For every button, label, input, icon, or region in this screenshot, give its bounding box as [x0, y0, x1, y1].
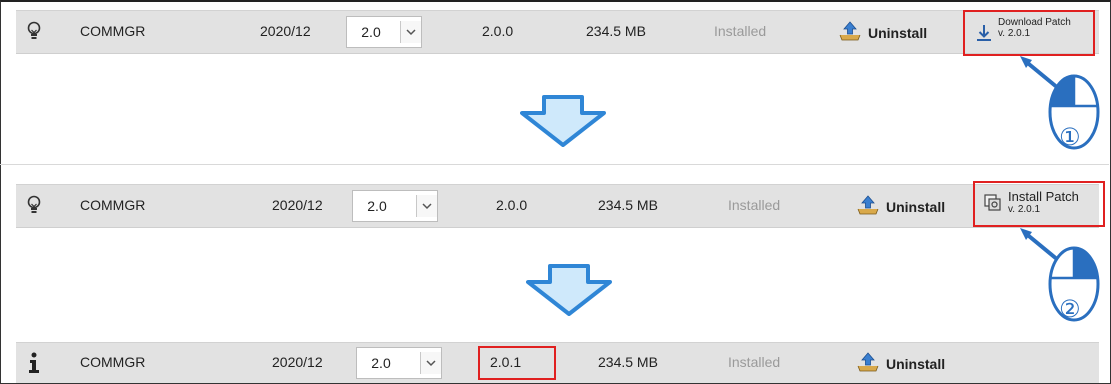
package-size: 234.5 MB — [598, 197, 658, 213]
lightbulb-icon — [26, 195, 42, 220]
info-icon — [28, 352, 40, 379]
uninstall-button[interactable]: Uninstall — [856, 195, 945, 218]
step-number: ① — [1059, 123, 1081, 151]
uninstall-button[interactable]: Uninstall — [838, 21, 927, 44]
version-select[interactable]: 2.0 — [346, 16, 422, 48]
package-row-3: COMMGR 2020/12 2.0 2.0.1 234.5 MB Instal… — [16, 342, 1099, 383]
install-status: Installed — [728, 354, 781, 370]
package-date: 2020/12 — [272, 197, 323, 213]
package-name: COMMGR — [80, 197, 146, 213]
package-name: COMMGR — [80, 23, 146, 39]
package-date: 2020/12 — [260, 23, 311, 39]
step-number: ② — [1059, 295, 1081, 323]
package-size: 234.5 MB — [586, 23, 646, 39]
highlight-new-version — [478, 346, 556, 380]
package-row-2: COMMGR 2020/12 2.0 2.0.0 234.5 MB Instal… — [16, 184, 1099, 228]
package-row-1: COMMGR 2020/12 2.0 2.0.0 234.5 MB Instal… — [16, 10, 1099, 54]
uninstall-label: Uninstall — [868, 24, 928, 41]
version-select-value: 2.0 — [361, 24, 381, 40]
chevron-down-icon[interactable] — [420, 352, 441, 374]
highlight-install-patch — [973, 181, 1105, 227]
uninstall-icon — [856, 352, 880, 375]
version-select-value: 2.0 — [367, 198, 387, 214]
lightbulb-icon — [26, 21, 42, 46]
version-select-value: 2.0 — [371, 355, 391, 371]
uninstall-label: Uninstall — [886, 355, 946, 372]
chevron-down-icon[interactable] — [416, 195, 437, 217]
package-version: 2.0.0 — [482, 23, 514, 39]
version-select[interactable]: 2.0 — [352, 190, 438, 222]
uninstall-icon — [856, 195, 880, 218]
uninstall-icon — [838, 21, 862, 44]
chevron-down-icon[interactable] — [400, 21, 421, 43]
package-size: 234.5 MB — [598, 354, 658, 370]
arrow-down-icon — [526, 264, 612, 316]
divider — [0, 164, 1109, 165]
package-name: COMMGR — [80, 354, 146, 370]
mouse-click-icon — [1020, 228, 1100, 322]
install-status: Installed — [728, 197, 781, 213]
version-select[interactable]: 2.0 — [356, 347, 442, 379]
uninstall-button[interactable]: Uninstall — [856, 352, 945, 375]
uninstall-label: Uninstall — [886, 198, 946, 215]
install-status: Installed — [714, 23, 767, 39]
package-version: 2.0.0 — [496, 197, 528, 213]
arrow-down-icon — [520, 95, 606, 147]
mouse-click-icon — [1020, 56, 1100, 150]
package-date: 2020/12 — [272, 354, 323, 370]
